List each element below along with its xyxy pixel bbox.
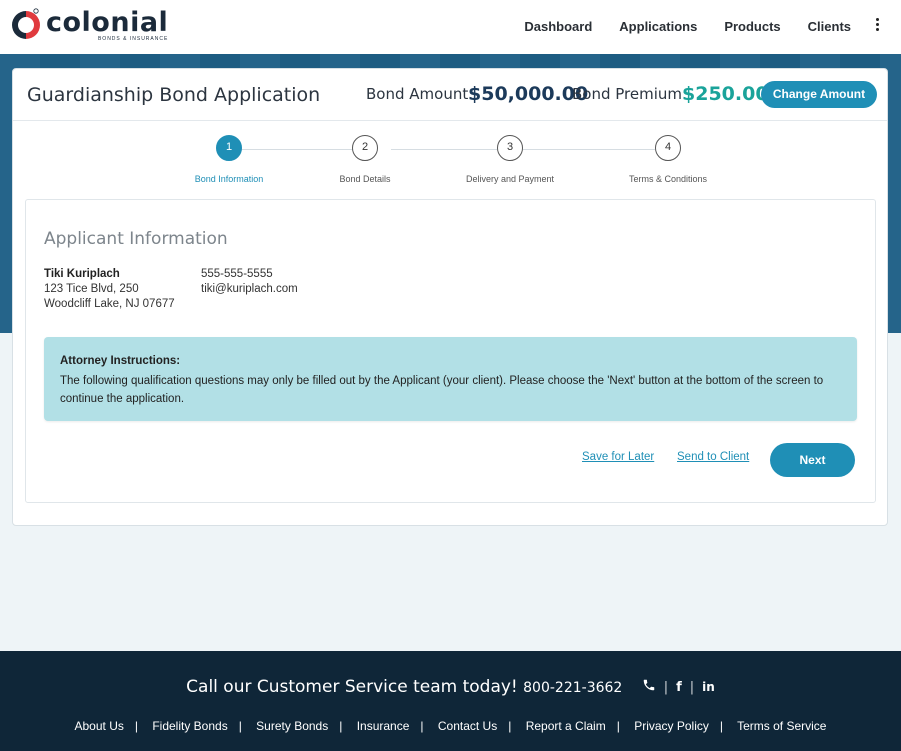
footer-link-contact[interactable]: Contact Us	[438, 719, 497, 733]
footer-links: About Us | Fidelity Bonds | Surety Bonds | …	[74, 719, 827, 733]
section-title: Applicant Information	[44, 229, 228, 249]
bond-amount-value: $50,000.00	[468, 83, 589, 105]
step-connector	[523, 149, 655, 150]
footer-link-terms[interactable]: Terms of Service	[737, 719, 826, 733]
step-1[interactable]: 1	[216, 135, 242, 161]
nav-clients[interactable]: Clients	[808, 19, 851, 34]
save-for-later-link[interactable]: Save for Later	[582, 451, 654, 463]
icon-divider: |	[689, 679, 695, 695]
facebook-icon[interactable]: f	[676, 680, 682, 695]
cta-phone[interactable]: 800-221-3662	[523, 680, 622, 696]
step-1-label: Bond Information	[194, 174, 264, 184]
linkedin-icon[interactable]: in	[702, 680, 715, 694]
attorney-instructions-notice: Attorney Instructions: The following qua…	[44, 337, 857, 421]
nav-products[interactable]: Products	[724, 19, 780, 34]
footer-cta: Call our Customer Service team today! 80…	[0, 677, 901, 697]
bond-amount-label: Bond Amount:	[366, 85, 474, 103]
footer-link-report-claim[interactable]: Report a Claim	[526, 719, 606, 733]
footer-link-privacy[interactable]: Privacy Policy	[634, 719, 709, 733]
applicant-name: Tiki Kuriplach	[44, 268, 120, 280]
notice-text: The following qualification questions ma…	[60, 375, 824, 405]
site-footer: Call our Customer Service team today! 80…	[0, 651, 901, 751]
step-4[interactable]: 4	[655, 135, 681, 161]
step-connector	[241, 149, 366, 150]
step-2-label: Bond Details	[339, 174, 391, 184]
applicant-email: tiki@kuriplach.com	[201, 283, 298, 295]
send-to-client-link[interactable]: Send to Client	[677, 451, 749, 463]
page-title: Guardianship Bond Application	[27, 84, 321, 106]
logo-wordmark: colonial	[46, 6, 169, 38]
step-connector	[391, 149, 497, 150]
cta-text: Call our Customer Service team today!	[186, 677, 518, 697]
more-menu-icon[interactable]	[872, 18, 882, 36]
step-3-label: Delivery and Payment	[465, 174, 555, 184]
nav-dashboard[interactable]: Dashboard	[524, 19, 592, 34]
colonial-logo[interactable]: colonial BONDS & INSURANCE	[12, 8, 168, 42]
change-amount-button[interactable]: Change Amount	[761, 81, 877, 108]
footer-link-insurance[interactable]: Insurance	[357, 719, 410, 733]
notice-title: Attorney Instructions:	[60, 355, 181, 367]
step-3[interactable]: 3	[497, 135, 523, 161]
next-button[interactable]: Next	[770, 443, 855, 477]
applicant-panel: Applicant Information Tiki Kuriplach 123…	[25, 199, 876, 503]
top-header: colonial BONDS & INSURANCE Dashboard App…	[0, 0, 901, 54]
step-4-label: Terms & Conditions	[628, 174, 708, 184]
applicant-address-line1: 123 Tice Blvd, 250	[44, 283, 139, 295]
footer-link-surety-bonds[interactable]: Surety Bonds	[256, 719, 328, 733]
applicant-phone: 555-555-5555	[201, 268, 273, 280]
icon-divider: |	[663, 679, 669, 695]
footer-link-fidelity-bonds[interactable]: Fidelity Bonds	[152, 719, 227, 733]
step-2[interactable]: 2	[352, 135, 378, 161]
applicant-address-line2: Woodcliff Lake, NJ 07677	[44, 298, 175, 310]
application-card: Guardianship Bond Application Bond Amoun…	[12, 68, 888, 526]
logo-tagline: BONDS & INSURANCE	[97, 35, 169, 42]
bond-premium-value: $250.00	[682, 83, 769, 105]
logo-mark-icon	[12, 8, 40, 42]
nav-applications[interactable]: Applications	[619, 19, 697, 34]
main-nav: Dashboard Applications Products Clients	[524, 19, 851, 34]
card-header: Guardianship Bond Application Bond Amoun…	[13, 69, 887, 121]
bond-premium-label: Bond Premium:	[572, 85, 688, 103]
phone-icon[interactable]	[642, 678, 656, 696]
footer-link-about[interactable]: About Us	[75, 719, 124, 733]
